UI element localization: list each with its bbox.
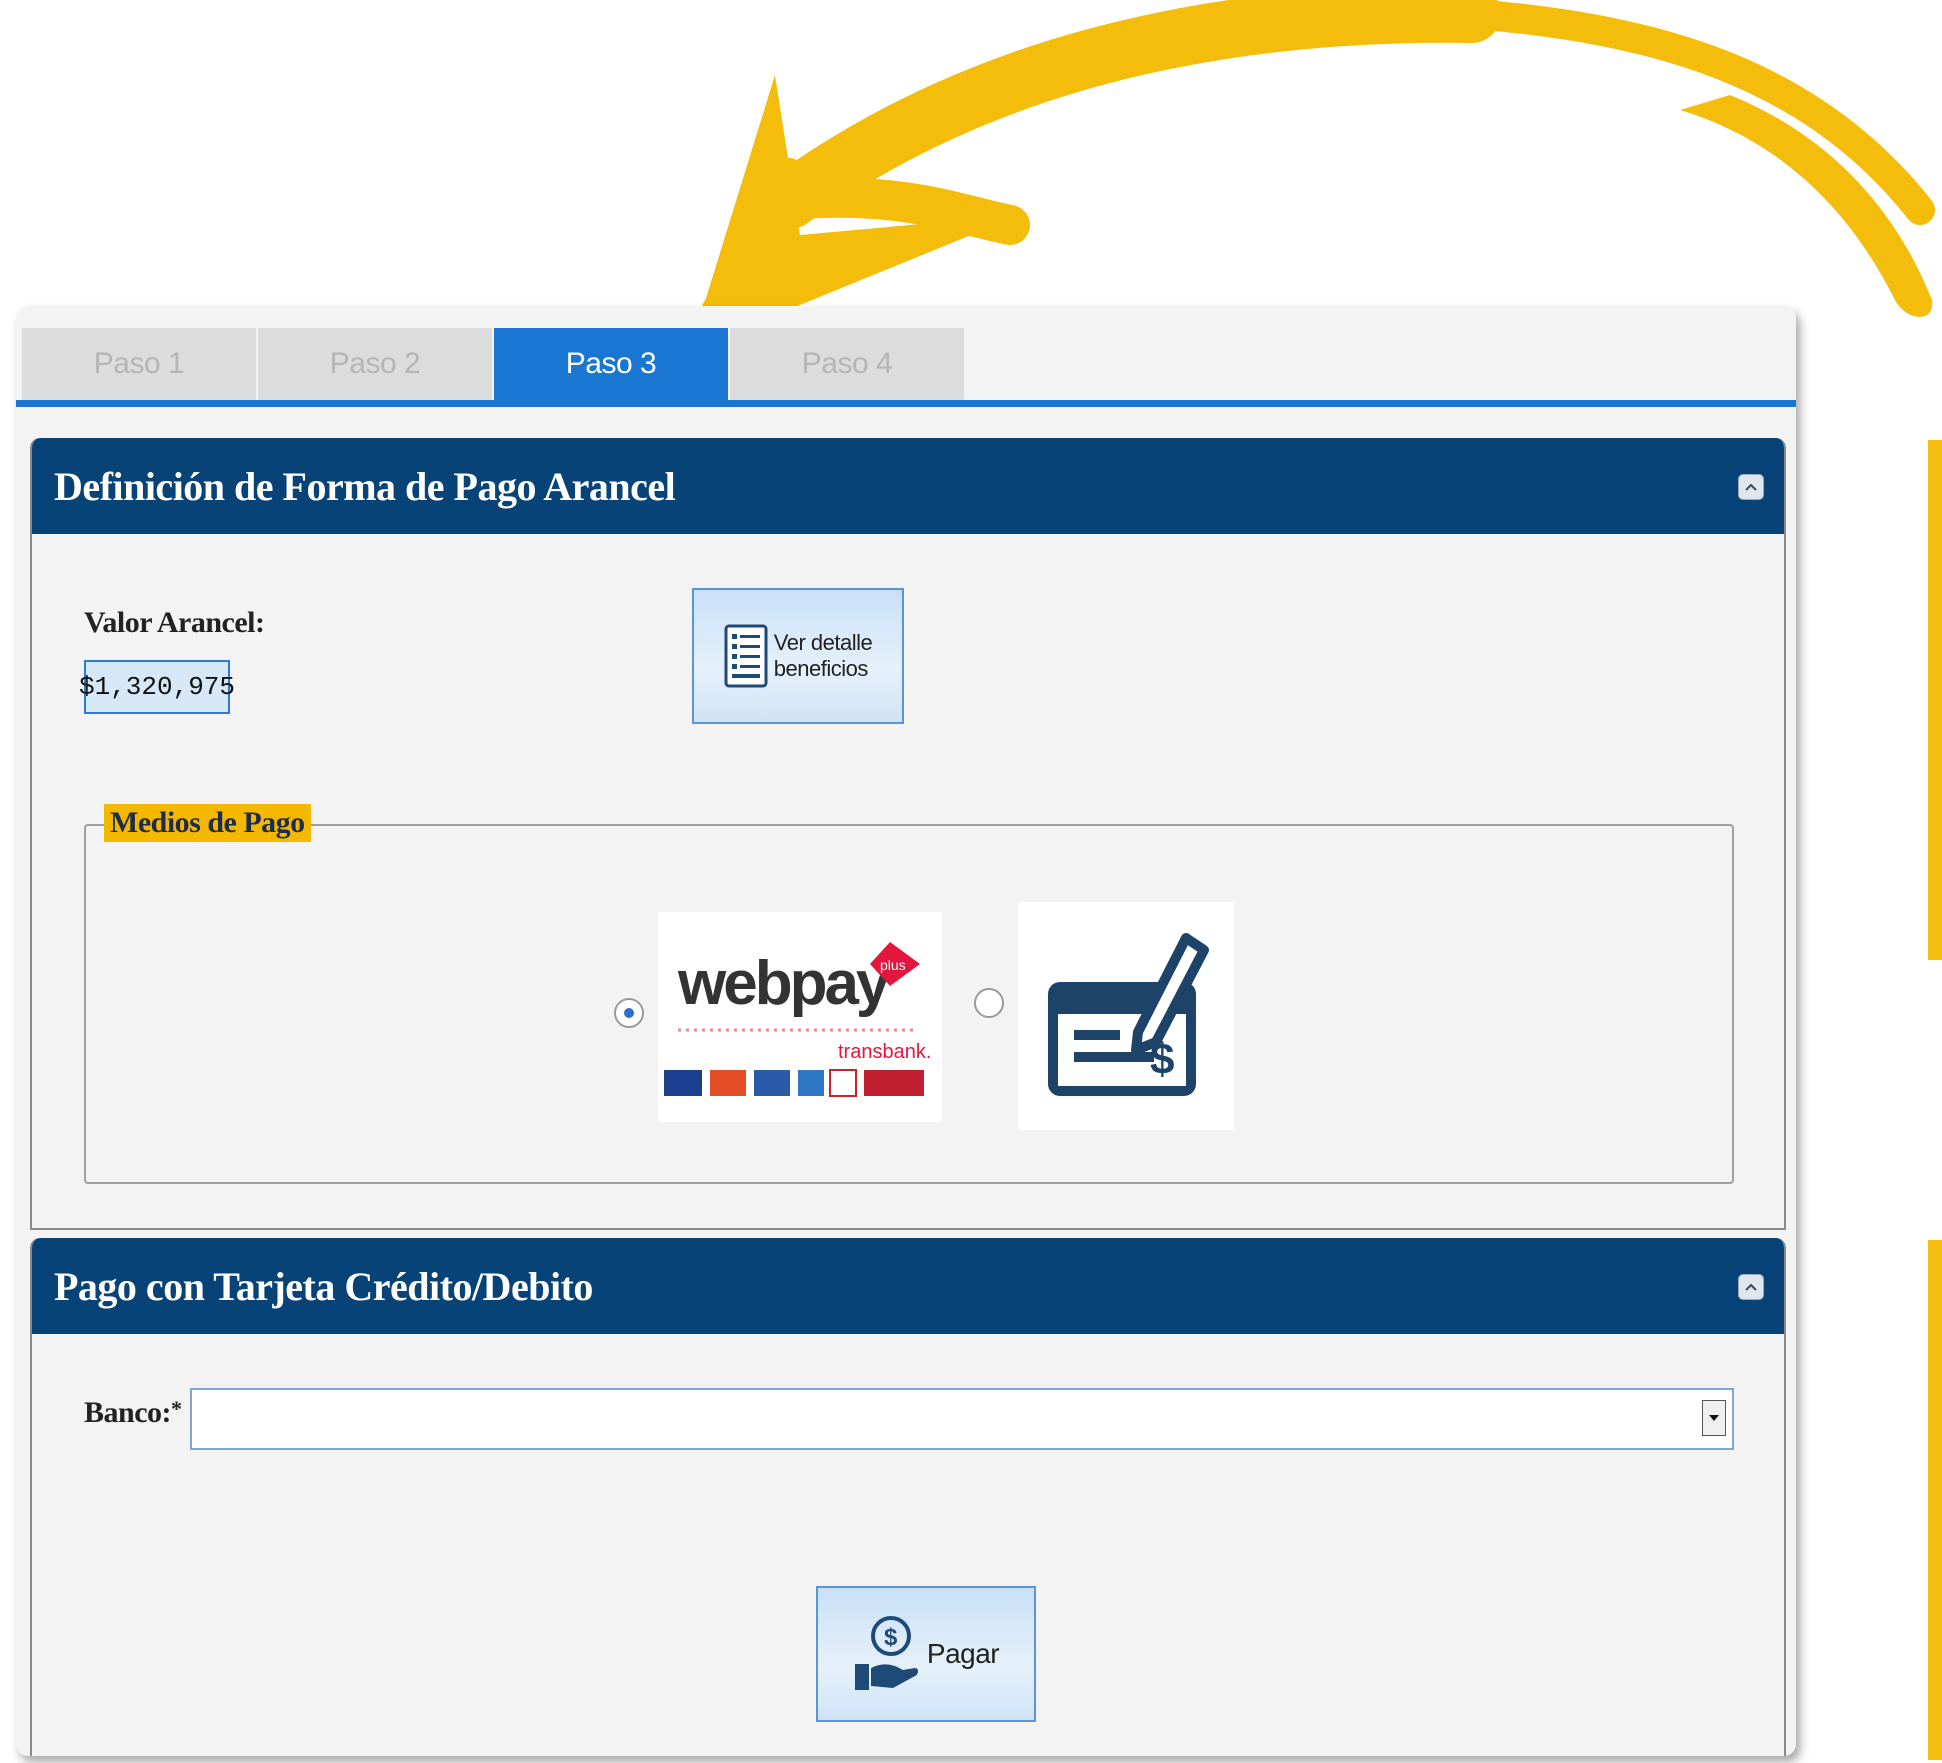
webpay-logo-graphic: webpay plus transbank. bbox=[664, 942, 931, 1097]
collapse-button[interactable] bbox=[1738, 474, 1764, 500]
panel-header: Pago con Tarjeta Crédito/Debito bbox=[32, 1238, 1784, 1334]
svg-text:$: $ bbox=[884, 1624, 898, 1651]
ver-detalle-line2: beneficios bbox=[773, 656, 869, 681]
document-list-icon bbox=[724, 624, 768, 688]
tab-paso-1[interactable]: Paso 1 bbox=[22, 328, 256, 400]
panel-title: Pago con Tarjeta Crédito/Debito bbox=[54, 1263, 593, 1309]
banco-select[interactable] bbox=[190, 1388, 1734, 1450]
webpay-logo-text: webpay bbox=[677, 949, 891, 1018]
panel-header: Definición de Forma de Pago Arancel bbox=[32, 438, 1784, 534]
panel-pago-tarjeta: Pago con Tarjeta Crédito/Debito Banco:* … bbox=[30, 1238, 1786, 1756]
panel-forma-de-pago: Definición de Forma de Pago Arancel Valo… bbox=[30, 438, 1786, 1230]
required-marker: * bbox=[171, 1396, 182, 1421]
ver-detalle-label: Ver detalle beneficios bbox=[773, 630, 873, 682]
dropdown-arrow-icon[interactable] bbox=[1702, 1400, 1726, 1436]
step-tabs: Paso 1 Paso 2 Paso 3 Paso 4 bbox=[22, 328, 966, 400]
panel-title: Definición de Forma de Pago Arancel bbox=[54, 463, 676, 509]
pagar-label: Pagar bbox=[926, 1638, 1000, 1669]
banco-label: Banco:* bbox=[84, 1396, 182, 1430]
tab-paso-2[interactable]: Paso 2 bbox=[258, 328, 492, 400]
collapse-button[interactable] bbox=[1738, 1274, 1764, 1300]
cheque-icon: $ bbox=[1048, 933, 1209, 1096]
valor-arancel-label: Valor Arancel: bbox=[84, 606, 265, 639]
tab-paso-4[interactable]: Paso 4 bbox=[730, 328, 964, 400]
chevron-up-icon bbox=[1745, 483, 1757, 491]
webpay-logo-sub: transbank. bbox=[838, 1041, 931, 1063]
ver-detalle-beneficios-button[interactable]: Ver detalle beneficios bbox=[692, 588, 904, 724]
medios-de-pago-legend: Medios de Pago bbox=[104, 804, 311, 842]
wizard-frame: Paso 1 Paso 2 Paso 3 Paso 4 Definición d… bbox=[16, 306, 1796, 1756]
webpay-logo[interactable]: webpay plus transbank. bbox=[658, 912, 942, 1122]
right-accent-bar-top bbox=[1928, 440, 1942, 960]
pagar-button[interactable]: $ Pagar bbox=[816, 1586, 1036, 1722]
cheque-radio[interactable] bbox=[974, 988, 1004, 1018]
hand-coin-icon: $ bbox=[854, 1616, 918, 1690]
banco-label-text: Banco: bbox=[84, 1396, 172, 1429]
webpay-logo-badge: plus bbox=[880, 957, 906, 973]
right-accent-bar-bottom bbox=[1928, 1240, 1942, 1760]
tab-paso-3[interactable]: Paso 3 bbox=[494, 328, 728, 400]
valor-arancel-value: $1,320,975 bbox=[79, 660, 235, 714]
chevron-up-icon bbox=[1745, 1283, 1757, 1291]
ver-detalle-line1: Ver detalle bbox=[773, 630, 873, 655]
tab-underline bbox=[16, 400, 1796, 407]
cheque-logo[interactable]: $ bbox=[1018, 902, 1234, 1130]
radio-selected-dot bbox=[624, 1008, 634, 1018]
webpay-radio[interactable] bbox=[614, 998, 644, 1028]
